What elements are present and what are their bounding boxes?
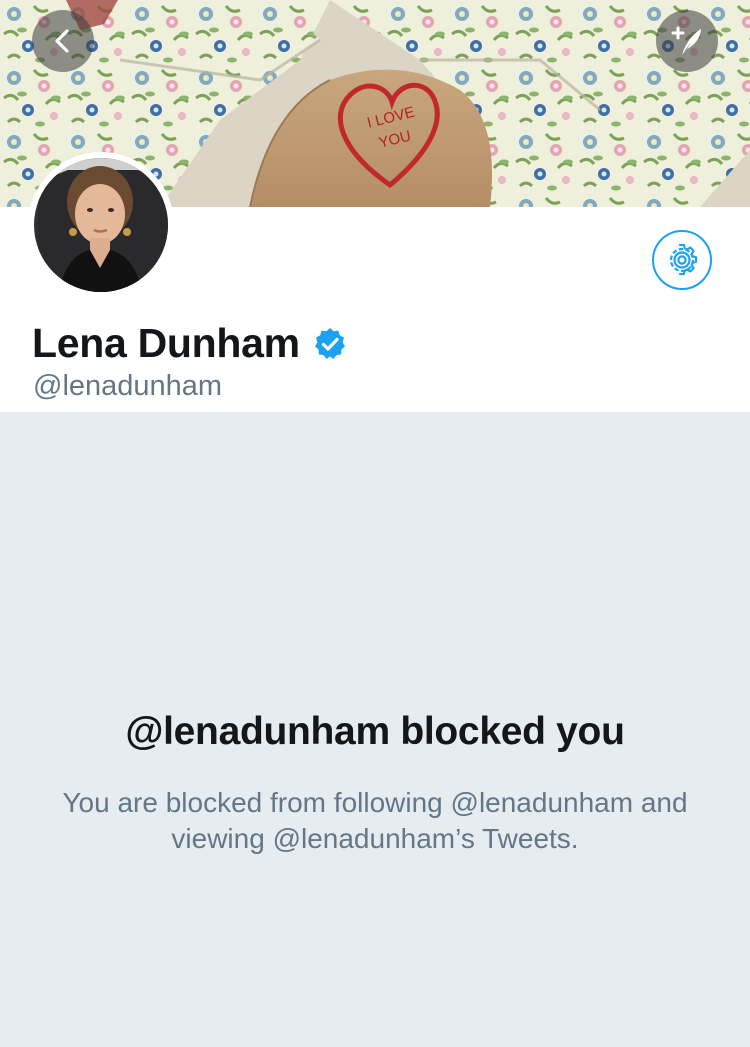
gear-icon — [669, 244, 698, 276]
compose-tweet-button[interactable] — [656, 10, 718, 72]
verified-badge-icon — [314, 327, 345, 359]
profile-page: I LOVE YOU Lena Dunham @lenadunham @lena… — [0, 0, 750, 1047]
compose-tweet-icon — [671, 26, 701, 55]
avatar[interactable] — [28, 152, 174, 298]
blocked-title: @lenadunham blocked you — [125, 710, 625, 753]
avatar-image — [28, 152, 174, 298]
display-name: Lena Dunham — [32, 320, 300, 366]
chevron-left-icon — [55, 29, 69, 53]
blocked-description: You are blocked from following @lenadunh… — [62, 787, 688, 854]
back-button[interactable] — [32, 10, 94, 72]
profile-handle: @lenadunham — [33, 370, 223, 402]
settings-button[interactable] — [652, 230, 712, 290]
name-row: Lena Dunham — [32, 320, 348, 367]
blocked-message: @lenadunham blocked you You are blocked … — [0, 412, 750, 1047]
